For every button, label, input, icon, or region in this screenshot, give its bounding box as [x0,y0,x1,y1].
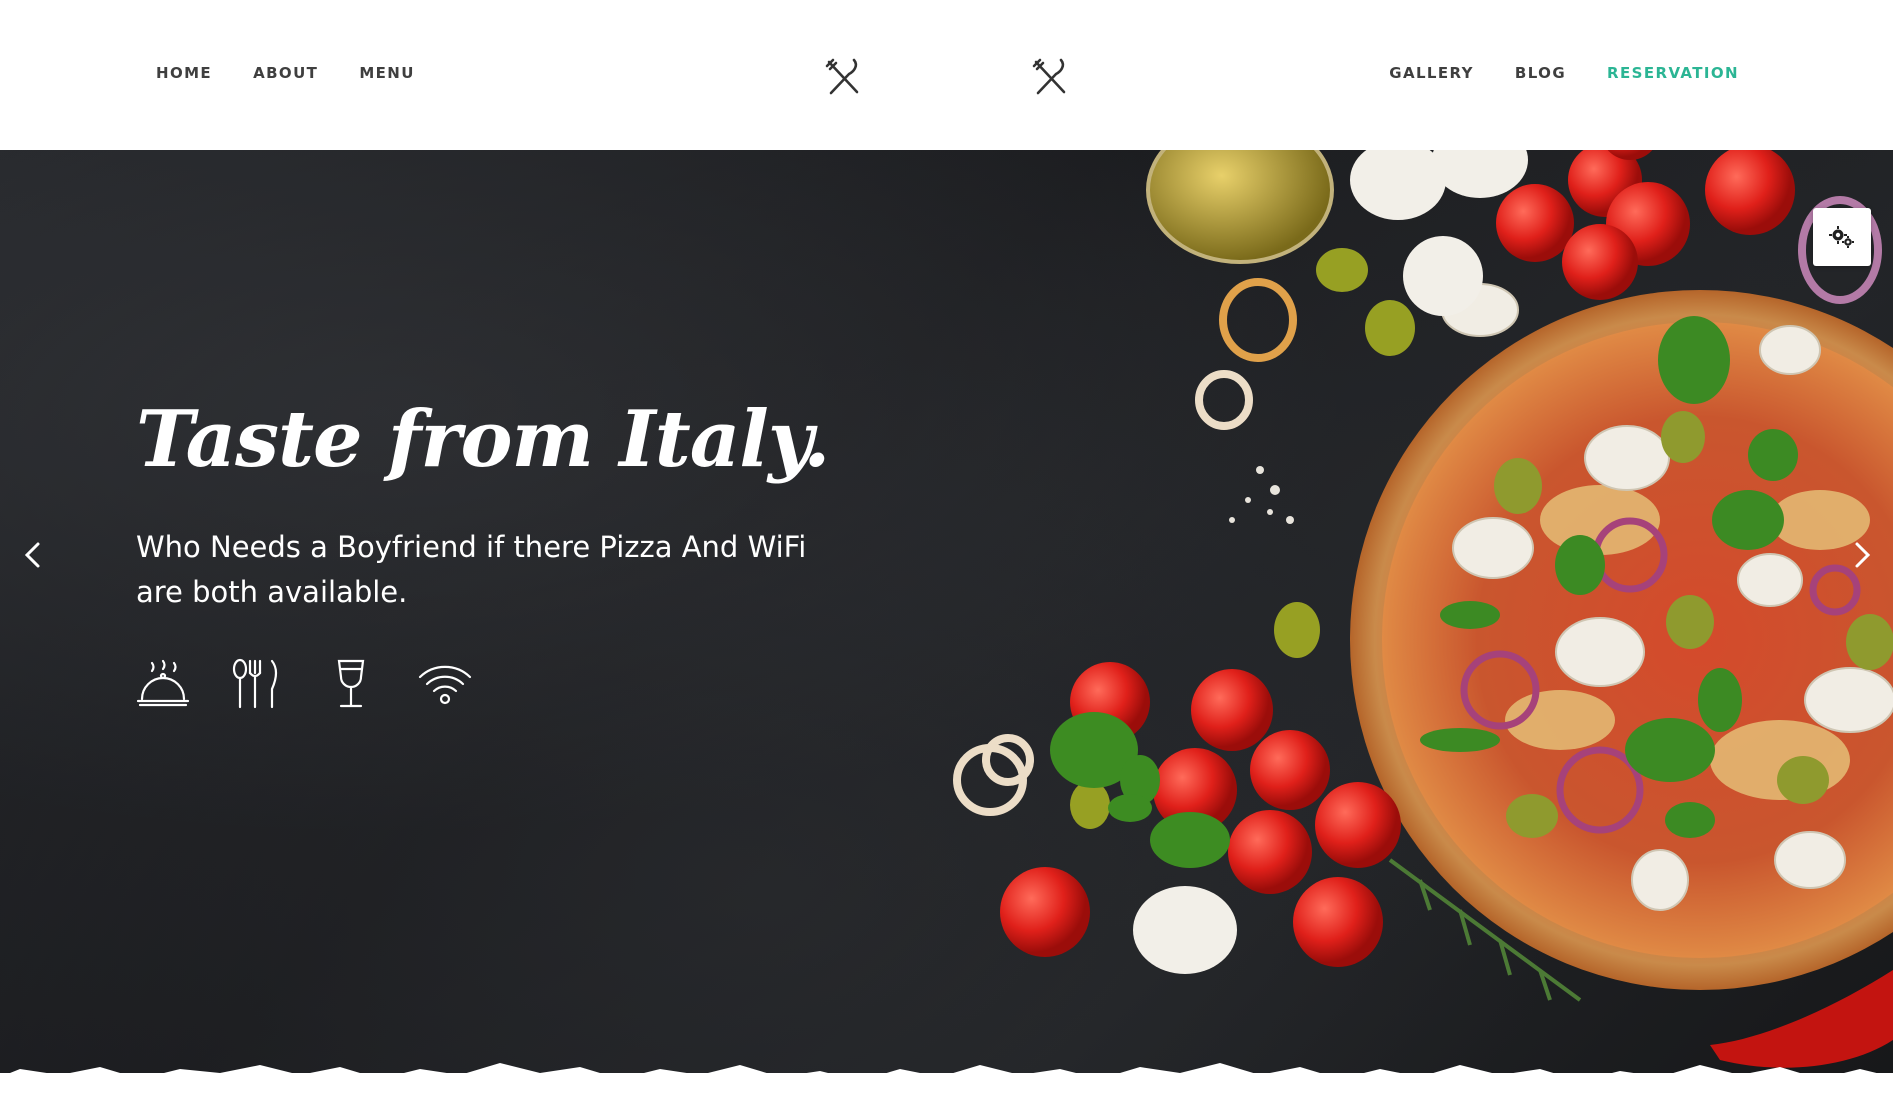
nav-right: GALLERY BLOG RESERVATION [1389,64,1739,82]
site-header: HOME ABOUT MENU GALLERY BLOG RESERVATION [0,0,1893,150]
chevron-left-icon[interactable] [16,538,50,572]
hero-title: Taste from Italy. [136,394,830,485]
hero-content: Taste from Italy. Who Needs a Boyfriend … [136,395,836,711]
torn-edge-bottom [0,1063,1893,1095]
settings-button[interactable] [1813,208,1871,266]
nav-blog[interactable]: BLOG [1515,64,1566,82]
nav-reservation[interactable]: RESERVATION [1607,64,1739,82]
nav-about[interactable]: ABOUT [253,64,318,82]
nav-home[interactable]: HOME [156,64,212,82]
wifi-icon [418,665,472,705]
wine-glass-icon [337,659,365,708]
nav-menu[interactable]: MENU [359,64,415,82]
hero-subtitle: Who Needs a Boyfriend if there Pizza And… [136,530,807,609]
serving-cloche-icon [136,659,190,707]
nav-left: HOME ABOUT MENU [156,64,415,82]
crossed-fork-knife-icon[interactable] [1030,56,1070,98]
chevron-right-icon[interactable] [1845,538,1879,572]
nav-gallery[interactable]: GALLERY [1389,64,1474,82]
cutlery-icon [232,658,278,709]
amenities-list [136,657,836,711]
gears-icon [1829,226,1854,248]
crossed-fork-knife-icon[interactable] [823,56,863,98]
